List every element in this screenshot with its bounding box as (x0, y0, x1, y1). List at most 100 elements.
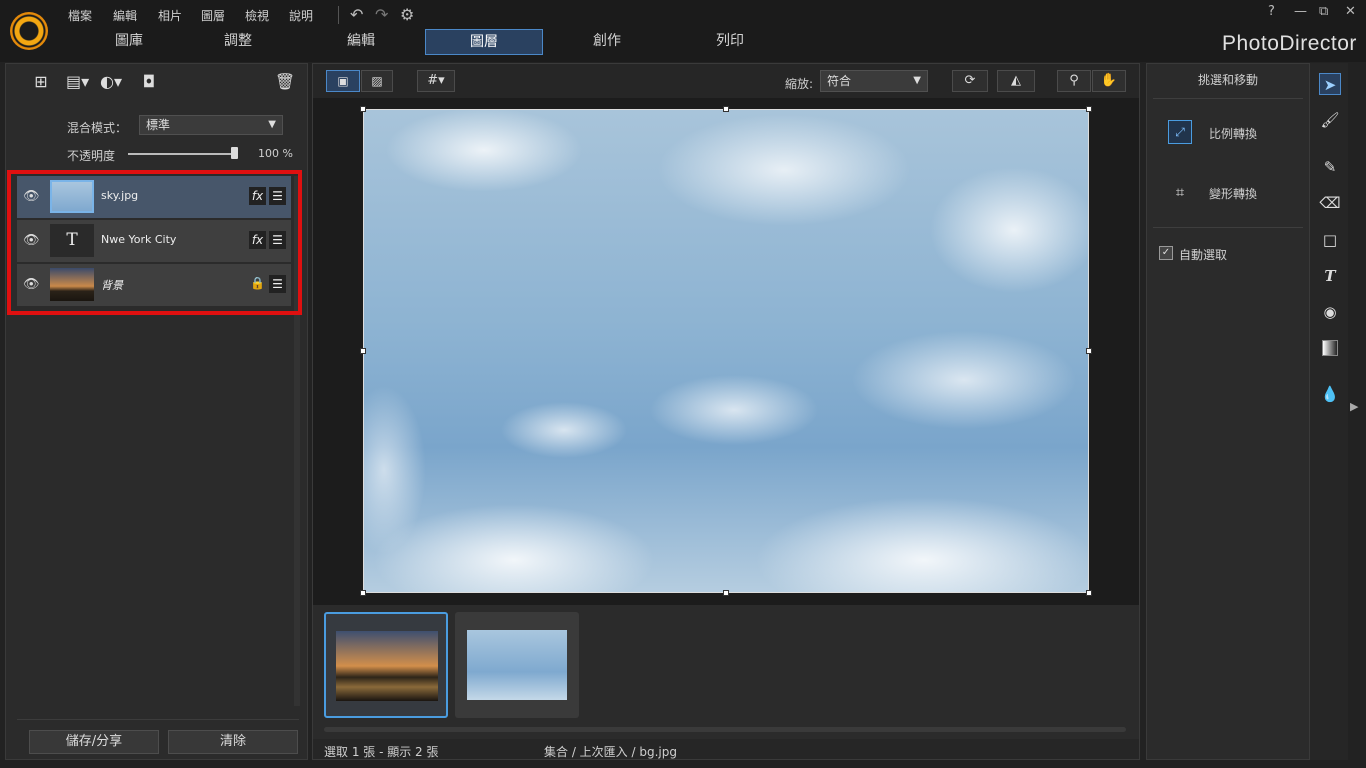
clear-button[interactable]: 清除 (168, 730, 298, 754)
blur-drop-icon[interactable]: 💧 (1319, 383, 1341, 405)
paint-bucket-icon[interactable]: ◉ (1319, 301, 1341, 323)
resize-handle[interactable] (360, 348, 366, 354)
layers-panel: ⊞ ▤▾ ◐▾ ◘ 🗑 混合模式： 標準 ▼ 不透明度 100 % 👁 sky.… (5, 63, 308, 760)
highlight-box (7, 170, 302, 315)
divider (338, 6, 339, 24)
flip-icon: ◭ (1011, 73, 1021, 88)
opacity-label: 不透明度 (67, 149, 116, 163)
rotate-button[interactable]: ⟳ (952, 70, 988, 92)
save-share-button[interactable]: 儲存/分享 (29, 730, 159, 754)
divider (1153, 227, 1303, 228)
blend-mode-select[interactable]: 標準 ▼ (139, 115, 283, 135)
opacity-slider-fill (128, 153, 238, 155)
distort-transform-label: 變形轉換 (1209, 187, 1258, 201)
app-logo-icon (10, 12, 48, 50)
mask-icon[interactable]: ◘ (138, 72, 160, 92)
add-layer-icon[interactable]: ⊞ (30, 72, 52, 92)
close-button[interactable]: ✕ (1345, 4, 1356, 19)
tab-print[interactable]: 列印 (671, 29, 789, 55)
zoom-value: 符合 (827, 74, 852, 88)
menu-edit[interactable]: 編輯 (113, 7, 137, 24)
opacity-value: 100 % (258, 147, 293, 160)
tab-layers[interactable]: 圖層 (425, 29, 543, 55)
menu-view[interactable]: 檢視 (245, 7, 269, 24)
menu-file[interactable]: 檔案 (68, 7, 92, 24)
menu-layer[interactable]: 圖層 (201, 7, 225, 24)
opacity-slider[interactable] (128, 153, 238, 155)
grid-icon: #▾ (427, 73, 445, 88)
delete-trash-icon[interactable]: 🗑 (274, 72, 296, 92)
rectangle-icon[interactable]: □ (1319, 229, 1341, 251)
menu-help[interactable]: 說明 (289, 7, 313, 24)
title-bar: 檔案 編輯 相片 圖層 檢視 說明 ↶ ↷ ⚙ ? — ⧉ ✕ PhotoDir… (0, 0, 1366, 62)
rotate-icon: ⟳ (964, 73, 976, 88)
tab-adjust[interactable]: 調整 (179, 29, 297, 55)
collapse-right-icon[interactable]: ▶ (1350, 400, 1358, 413)
undo-icon[interactable]: ↶ (350, 5, 363, 24)
filmstrip-scrollbar[interactable] (324, 727, 1126, 732)
distort-transform-button[interactable]: ⌗ 變形轉換 (1165, 178, 1295, 208)
flip-button[interactable]: ◭ (997, 70, 1035, 92)
blend-mode-value: 標準 (146, 118, 171, 132)
tool-options-panel: 挑選和移動 ⤢ 比例轉換 ⌗ 變形轉換 ✓ 自動選取 (1146, 63, 1310, 760)
resize-handle[interactable] (723, 590, 729, 596)
pan-tool-button[interactable]: ✋ (1092, 70, 1126, 92)
minimize-button[interactable]: — (1294, 4, 1307, 19)
text-tool-icon[interactable]: T (1319, 265, 1341, 287)
thumbnail-image (467, 630, 567, 700)
view-single-button[interactable]: ▣ (326, 70, 360, 92)
resize-handle[interactable] (360, 590, 366, 596)
view-compare-button[interactable]: ▨ (361, 70, 393, 92)
tool-strip: ➤ 🖌 ✎ ⌫ □ T ◉ 💧 (1310, 63, 1348, 760)
tab-library[interactable]: 圖庫 (70, 29, 188, 55)
photo-canvas[interactable] (363, 109, 1089, 593)
layer-menu-icon[interactable]: ▤▾ (66, 72, 89, 92)
thumbnail-image (336, 631, 438, 701)
chevron-down-icon: ▼ (913, 75, 921, 86)
grid-button[interactable]: #▾ (417, 70, 455, 92)
distort-transform-icon: ⌗ (1175, 183, 1185, 201)
photodirector-window: 檔案 編輯 相片 圖層 檢視 說明 ↶ ↷ ⚙ ? — ⧉ ✕ PhotoDir… (0, 0, 1366, 768)
zoom-select[interactable]: 符合 ▼ (820, 70, 928, 92)
workspace: ▣ ▨ #▾ 縮放: 符合 ▼ ⟳ ◭ ⚲ ✋ 選取 1 張 - 顯示 2 張 … (312, 63, 1140, 760)
divider (1153, 98, 1303, 99)
file-path: 集合 / 上次匯入 / bg.jpg (544, 745, 677, 759)
panel-title: 挑選和移動 (1197, 73, 1258, 87)
scale-transform-label: 比例轉換 (1209, 127, 1258, 141)
redo-icon[interactable]: ↷ (375, 5, 388, 24)
auto-select-label: 自動選取 (1179, 248, 1228, 262)
gradient-swatch (1322, 340, 1338, 356)
tab-create[interactable]: 創作 (548, 29, 666, 55)
resize-handle[interactable] (723, 106, 729, 112)
scale-transform-button[interactable]: ⤢ 比例轉換 (1165, 118, 1295, 148)
selection-status: 選取 1 張 - 顯示 2 張 (324, 745, 439, 759)
filmstrip-thumb-sky[interactable] (455, 612, 579, 718)
zoom-label: 縮放: (785, 77, 814, 91)
gradient-icon[interactable] (1319, 337, 1341, 359)
settings-gear-icon[interactable]: ⚙ (400, 5, 414, 24)
image-view-icon: ▣ (337, 74, 349, 88)
restore-button[interactable]: ⧉ (1319, 4, 1328, 19)
eraser-icon[interactable]: ⌫ (1319, 192, 1341, 214)
tab-edit[interactable]: 編輯 (302, 29, 420, 55)
help-button[interactable]: ? (1268, 4, 1275, 19)
filmstrip-thumb-bg[interactable] (324, 612, 448, 718)
resize-handle[interactable] (1086, 590, 1092, 596)
divider (17, 719, 299, 720)
adjustment-layer-icon[interactable]: ◐▾ (100, 72, 122, 92)
menu-photo[interactable]: 相片 (158, 7, 182, 24)
auto-select-checkbox[interactable]: ✓ (1159, 246, 1173, 260)
resize-handle[interactable] (360, 106, 366, 112)
zoom-tool-button[interactable]: ⚲ (1057, 70, 1091, 92)
resize-handle[interactable] (1086, 348, 1092, 354)
blend-mode-label: 混合模式： (67, 121, 128, 135)
pencil-icon[interactable]: ✎ (1319, 156, 1341, 178)
brand-title: PhotoDirector (1222, 32, 1357, 55)
smart-brush-icon[interactable]: 🖌 (1319, 109, 1341, 131)
scale-transform-icon: ⤢ (1168, 120, 1192, 144)
resize-handle[interactable] (1086, 106, 1092, 112)
image-icon: ▨ (371, 74, 383, 88)
select-move-tool-icon[interactable]: ➤ (1319, 73, 1341, 95)
magnifier-icon: ⚲ (1069, 73, 1079, 88)
opacity-slider-handle[interactable] (231, 147, 238, 159)
